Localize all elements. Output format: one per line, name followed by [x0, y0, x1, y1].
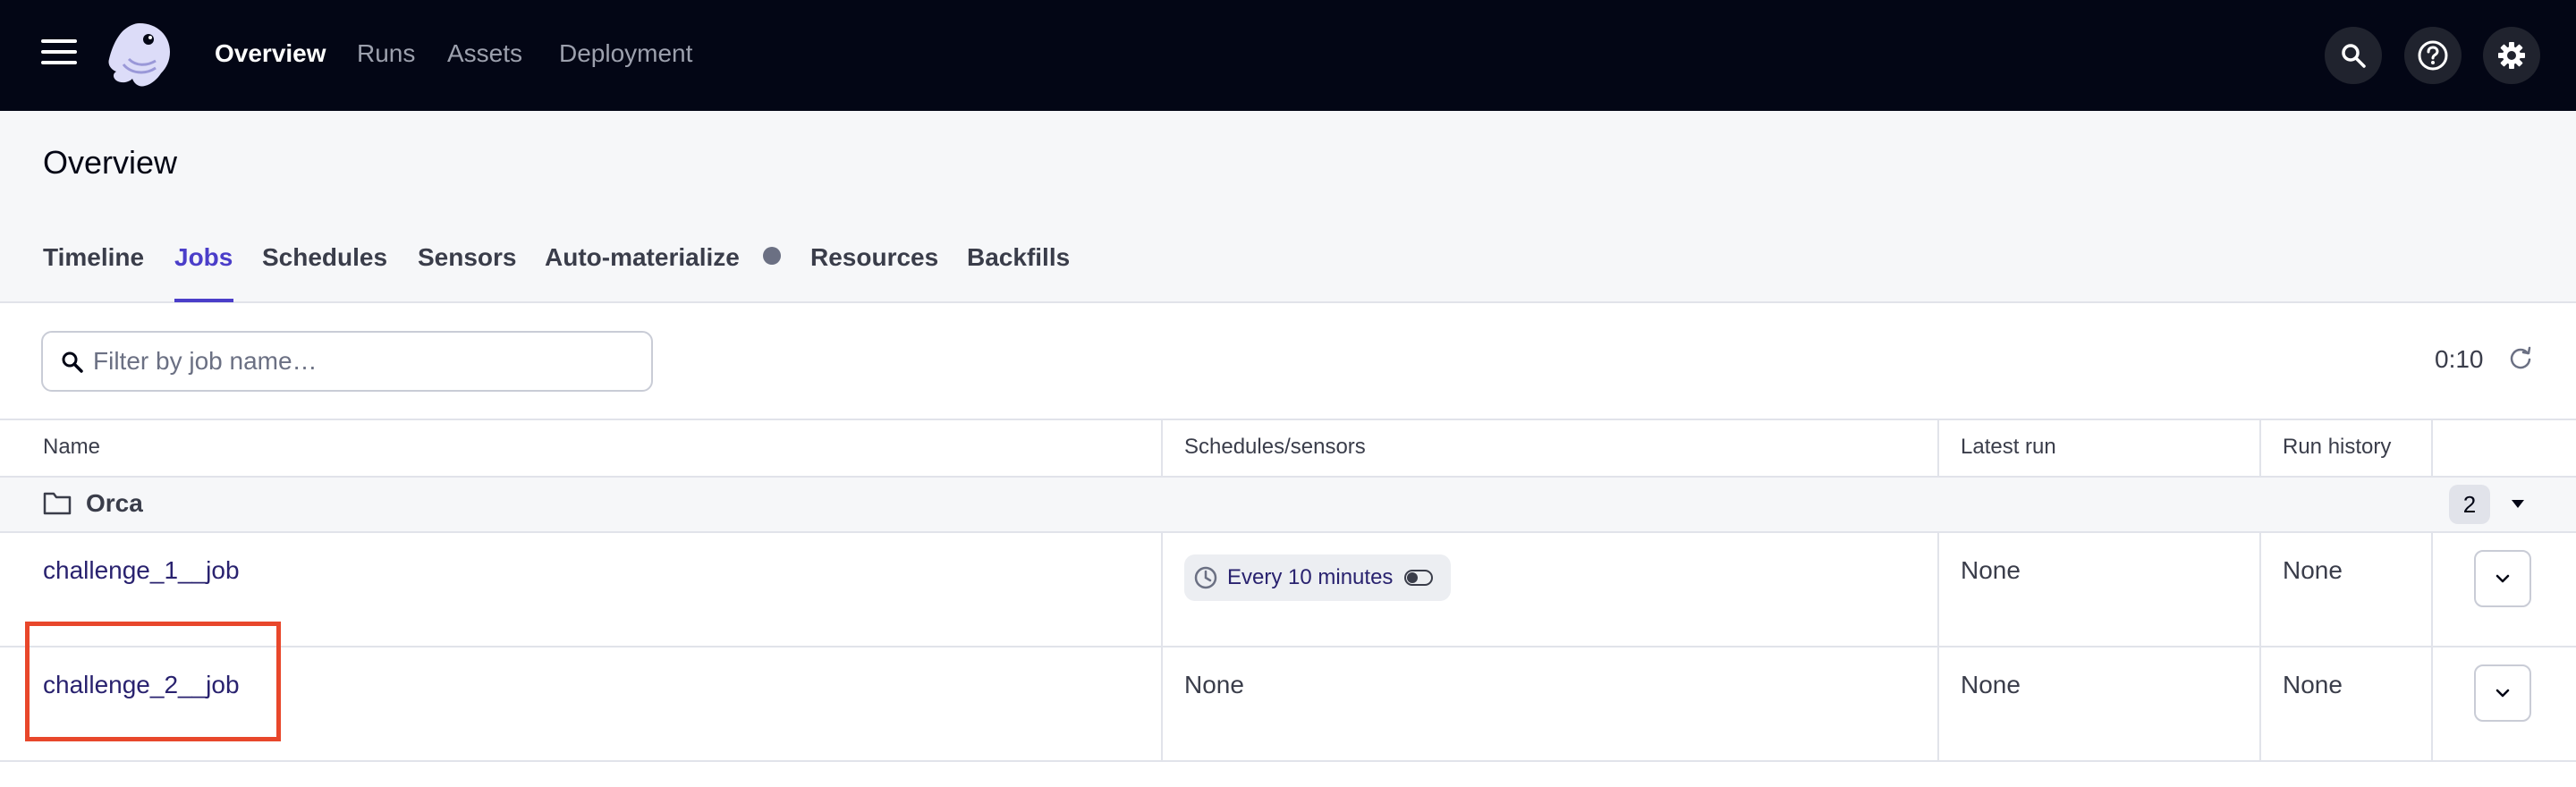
column-divider	[1937, 531, 1939, 762]
group-name[interactable]: Orca	[86, 488, 143, 519]
nav-link-runs[interactable]: Runs	[357, 38, 415, 70]
top-navigation: Overview Runs Assets Deployment	[0, 0, 2576, 111]
tab-jobs[interactable]: Jobs	[174, 241, 233, 274]
column-divider	[2431, 419, 2433, 476]
table-divider	[0, 646, 2576, 647]
refresh-icon[interactable]	[2508, 345, 2533, 370]
search-icon	[2342, 44, 2366, 68]
gear-icon	[2498, 42, 2525, 69]
column-divider	[2259, 419, 2261, 476]
schedule-tag[interactable]: Every 10 minutes	[1184, 554, 1451, 601]
active-tab-indicator	[174, 299, 233, 302]
table-group-row	[0, 478, 2576, 531]
chevron-down-icon	[2496, 689, 2510, 698]
nav-link-deployment[interactable]: Deployment	[559, 38, 692, 70]
column-header-name: Name	[43, 435, 101, 459]
column-divider	[1161, 419, 1163, 476]
column-divider	[2259, 531, 2261, 762]
column-header-run-history: Run history	[2283, 435, 2392, 459]
nav-link-overview[interactable]: Overview	[215, 38, 326, 70]
job-count-badge: 2	[2449, 485, 2490, 524]
dagster-logo-icon[interactable]	[104, 20, 175, 89]
settings-button[interactable]	[2483, 27, 2540, 84]
caret-down-icon[interactable]	[2510, 497, 2526, 510]
column-header-latest-run: Latest run	[1961, 435, 2056, 459]
tab-sensors[interactable]: Sensors	[418, 241, 517, 274]
hamburger-menu-icon[interactable]	[41, 39, 77, 70]
tab-auto-materialize[interactable]: Auto-materialize	[545, 241, 740, 274]
tab-resources[interactable]: Resources	[810, 241, 938, 274]
job-link-challenge-1[interactable]: challenge_1__job	[43, 554, 240, 587]
latest-run-value: None	[1961, 671, 2021, 698]
column-header-schedules: Schedules/sensors	[1184, 435, 1366, 459]
search-icon	[62, 351, 83, 373]
table-divider	[0, 419, 2576, 420]
schedule-toggle[interactable]	[1404, 570, 1433, 586]
row-actions-button[interactable]	[2474, 550, 2531, 607]
clock-icon	[1194, 566, 1217, 589]
highlight-box	[25, 622, 281, 741]
column-divider	[1937, 419, 1939, 476]
table-divider	[0, 531, 2576, 533]
job-filter-field[interactable]	[41, 331, 653, 392]
chevron-down-icon	[2496, 574, 2510, 583]
column-divider	[1161, 531, 1163, 762]
page-title: Overview	[43, 144, 178, 181]
folder-icon	[43, 492, 72, 515]
help-icon	[2418, 40, 2448, 71]
tab-backfills[interactable]: Backfills	[967, 241, 1070, 274]
refresh-countdown: 0:10	[2435, 345, 2484, 373]
schedule-label: Every 10 minutes	[1227, 565, 1394, 589]
latest-run-value: None	[1961, 556, 2021, 584]
schedule-value: None	[1184, 671, 1244, 698]
table-divider	[0, 760, 2576, 762]
run-history-value: None	[2283, 671, 2343, 698]
page-header: Overview	[0, 111, 2576, 303]
column-divider	[2431, 531, 2433, 762]
auto-materialize-status-dot	[763, 247, 781, 265]
search-button[interactable]	[2325, 27, 2382, 84]
help-button[interactable]	[2404, 27, 2462, 84]
job-filter-input[interactable]	[93, 333, 639, 390]
tab-timeline[interactable]: Timeline	[43, 241, 144, 274]
row-actions-button[interactable]	[2474, 664, 2531, 722]
nav-link-assets[interactable]: Assets	[447, 38, 522, 70]
run-history-value: None	[2283, 556, 2343, 584]
tab-schedules[interactable]: Schedules	[262, 241, 387, 274]
